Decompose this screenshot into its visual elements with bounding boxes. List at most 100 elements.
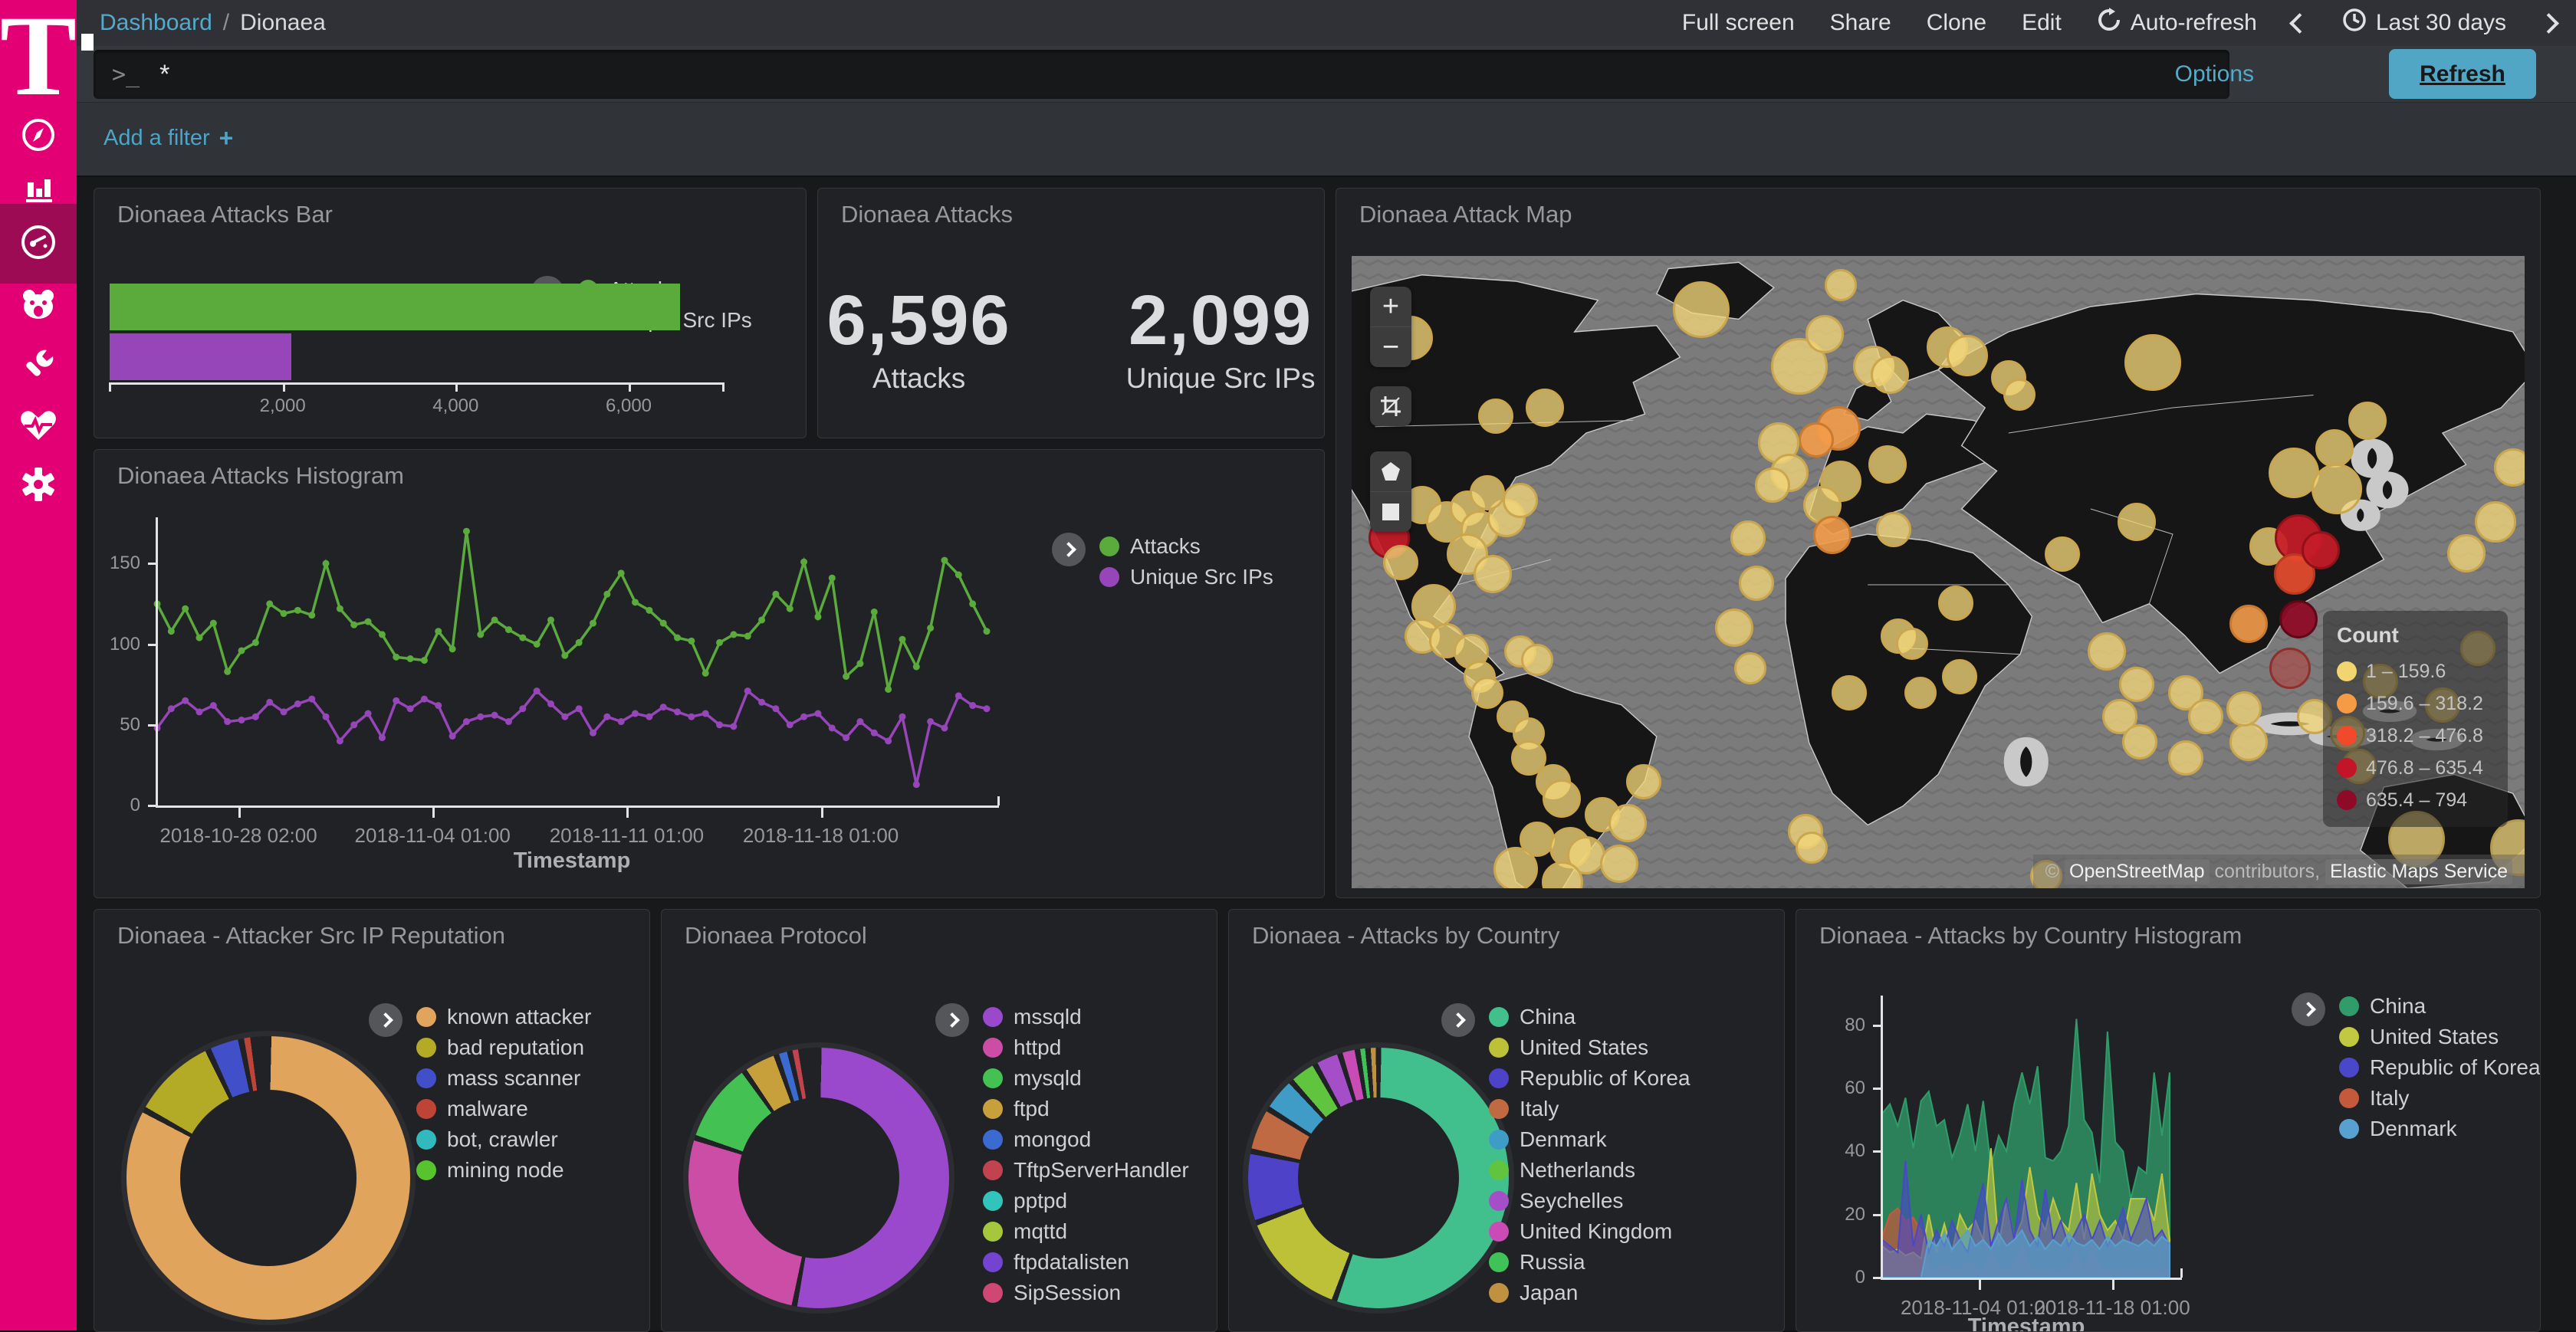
attack-location-dot[interactable]: [2494, 448, 2525, 487]
time-picker-button[interactable]: Last 30 days: [2342, 8, 2506, 38]
attack-location-dot[interactable]: [1478, 399, 1513, 434]
attack-location-dot[interactable]: [1470, 475, 1505, 510]
sidebar-item-management[interactable]: [0, 446, 77, 526]
legend-item[interactable]: mqttd: [983, 1216, 1189, 1247]
draw-rectangle-button[interactable]: [1370, 491, 1411, 532]
attack-location-dot[interactable]: [1813, 516, 1852, 554]
edit-button[interactable]: Edit: [2022, 10, 2062, 36]
attack-location-dot[interactable]: [1825, 269, 1857, 301]
legend-collapse-button[interactable]: [1052, 533, 1086, 566]
legend-item[interactable]: SipSession: [983, 1278, 1189, 1308]
legend-item[interactable]: United States: [1489, 1032, 1691, 1063]
legend-item[interactable]: Seychelles: [1489, 1186, 1691, 1216]
legend-item[interactable]: bot, crawler: [416, 1124, 591, 1155]
attack-location-dot[interactable]: [1715, 609, 1753, 647]
legend-collapse-button[interactable]: [1441, 1003, 1475, 1037]
options-link[interactable]: Options: [2175, 46, 2254, 102]
time-back-button[interactable]: [2292, 16, 2307, 31]
attack-location-dot[interactable]: [2045, 536, 2080, 572]
attack-location-dot[interactable]: [2302, 531, 2340, 569]
legend-item[interactable]: pptpd: [983, 1186, 1189, 1216]
breadcrumb-dashboard-link[interactable]: Dashboard: [100, 10, 212, 36]
attack-location-dot[interactable]: [1806, 315, 1844, 353]
legend-item[interactable]: Russia: [1489, 1247, 1691, 1278]
attack-location-dot[interactable]: [1600, 845, 1638, 883]
full-screen-button[interactable]: Full screen: [1682, 10, 1795, 36]
attack-location-dot[interactable]: [1730, 520, 1766, 556]
legend-item[interactable]: bad reputation: [416, 1032, 591, 1063]
attack-location-dot[interactable]: [2229, 605, 2268, 643]
legend-item[interactable]: known attacker: [416, 1002, 591, 1032]
legend-item[interactable]: httpd: [983, 1032, 1189, 1063]
attack-location-dot[interactable]: [1673, 281, 1730, 338]
bar-Attacks[interactable]: [110, 284, 680, 330]
attack-location-dot[interactable]: [1938, 586, 1973, 621]
legend-item[interactable]: ftpd: [983, 1094, 1189, 1124]
attack-location-dot[interactable]: [2003, 379, 2036, 411]
time-forward-button[interactable]: [2542, 16, 2556, 31]
attack-location-dot[interactable]: [2122, 724, 2157, 760]
legend-item[interactable]: China: [2339, 991, 2541, 1022]
attack-location-dot[interactable]: [1734, 652, 1766, 684]
legend-item[interactable]: mongod: [983, 1124, 1189, 1155]
clone-button[interactable]: Clone: [1927, 10, 1986, 36]
attack-location-dot[interactable]: [1942, 659, 1977, 694]
attack-location-dot[interactable]: [1608, 804, 1647, 842]
zoom-out-button[interactable]: −: [1370, 326, 1411, 367]
attack-location-dot[interactable]: [1383, 545, 1418, 580]
add-filter-button[interactable]: Add a filter +: [104, 124, 233, 153]
legend-item[interactable]: mining node: [416, 1155, 591, 1186]
legend-item[interactable]: Republic of Korea: [1489, 1063, 1691, 1094]
legend-collapse-button[interactable]: [935, 1003, 969, 1037]
fit-bounds-icon[interactable]: [1370, 386, 1411, 426]
share-button[interactable]: Share: [1830, 10, 1891, 36]
legend-item[interactable]: TftpServerHandler: [983, 1155, 1189, 1186]
attack-location-dot[interactable]: [2312, 464, 2362, 514]
attack-location-dot[interactable]: [1471, 677, 1503, 709]
legend-item[interactable]: Unique Src IPs: [1099, 562, 1273, 592]
attack-location-dot[interactable]: [1896, 628, 1928, 660]
legend-item[interactable]: Denmark: [2339, 1114, 2541, 1144]
attack-location-dot[interactable]: [2269, 648, 2311, 689]
legend-item[interactable]: mass scanner: [416, 1063, 591, 1094]
legend-item[interactable]: United States: [2339, 1022, 2541, 1052]
attack-location-dot[interactable]: [1526, 389, 1564, 427]
attack-location-dot[interactable]: [1799, 422, 1834, 458]
attack-location-dot[interactable]: [2447, 534, 2486, 572]
legend-item[interactable]: mssqld: [983, 1002, 1189, 1032]
legend-item[interactable]: ftpdatalisten: [983, 1247, 1189, 1278]
attack-location-dot[interactable]: [1832, 675, 1867, 710]
legend-item[interactable]: Netherlands: [1489, 1155, 1691, 1186]
legend-item[interactable]: malware: [416, 1094, 591, 1124]
attack-location-dot[interactable]: [1755, 468, 1790, 503]
legend-item[interactable]: mysqld: [983, 1063, 1189, 1094]
attack-location-dot[interactable]: [2315, 429, 2354, 468]
attack-location-dot[interactable]: [2475, 501, 2516, 543]
zoom-in-button[interactable]: +: [1370, 287, 1411, 326]
attack-location-dot[interactable]: [2229, 723, 2268, 761]
ems-link[interactable]: Elastic Maps Service: [2325, 859, 2512, 884]
attack-location-dot[interactable]: [1904, 677, 1937, 709]
attack-location-dot[interactable]: [1503, 483, 1538, 518]
attack-location-dot[interactable]: [1521, 644, 1553, 676]
legend-item[interactable]: China: [1489, 1002, 1691, 1032]
attack-location-dot[interactable]: [1739, 566, 1774, 601]
attack-location-dot[interactable]: [1493, 847, 1538, 888]
attack-location-dot[interactable]: [1474, 555, 1512, 593]
osm-link[interactable]: OpenStreetMap: [2065, 859, 2210, 884]
attack-location-dot[interactable]: [2188, 699, 2223, 734]
country-histogram-plot[interactable]: [1882, 1006, 2170, 1278]
bar-Unique Src IPs[interactable]: [110, 333, 291, 380]
attack-location-dot[interactable]: [1796, 832, 1828, 864]
legend-item[interactable]: Attacks: [1099, 531, 1273, 562]
attack-location-dot[interactable]: [2226, 691, 2262, 727]
legend-item[interactable]: Republic of Korea: [2339, 1052, 2541, 1083]
attack-location-dot[interactable]: [2279, 600, 2318, 638]
attack-location-dot[interactable]: [1876, 512, 1911, 547]
attack-location-dot[interactable]: [2119, 667, 2154, 702]
search-input[interactable]: >_ *: [94, 50, 2229, 99]
auto-refresh-button[interactable]: Auto-refresh: [2097, 8, 2257, 38]
refresh-button[interactable]: Refresh: [2389, 49, 2536, 99]
legend-collapse-button[interactable]: [2292, 992, 2325, 1026]
attack-location-dot[interactable]: [1871, 356, 1909, 394]
